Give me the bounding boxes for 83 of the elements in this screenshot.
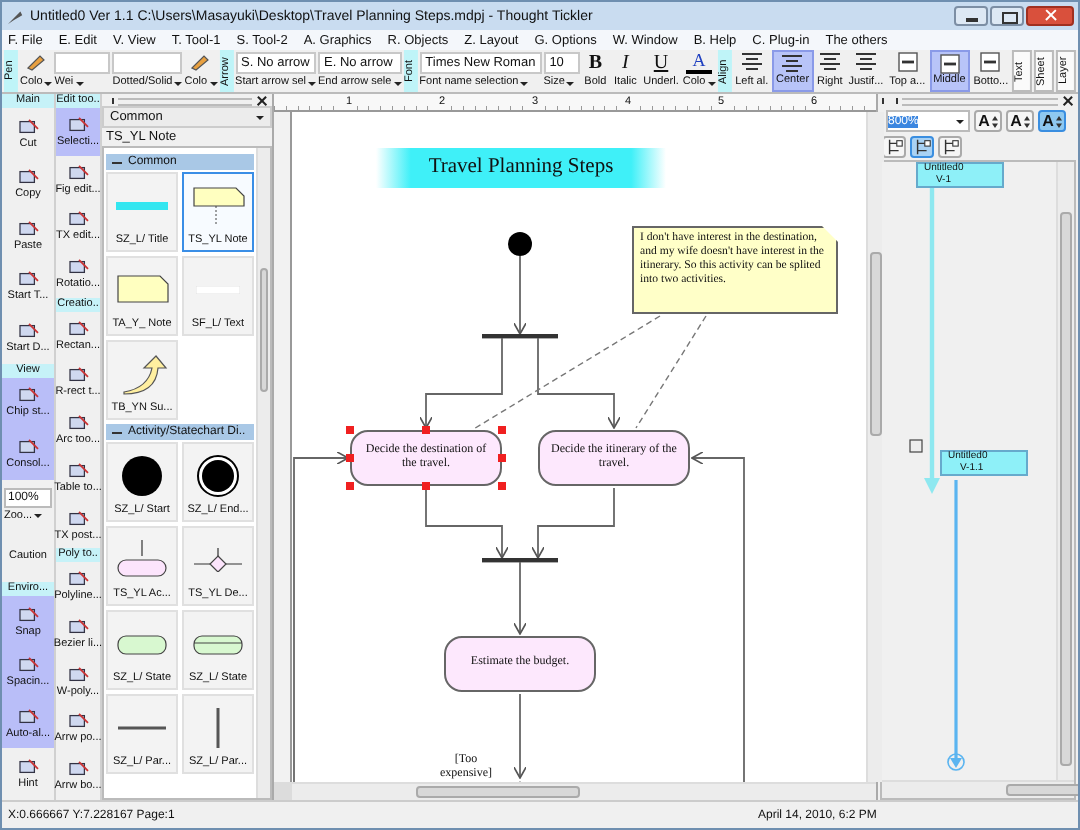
tool-icon	[17, 758, 39, 777]
horizontal-scrollbar[interactable]	[882, 780, 1074, 798]
font-size-button[interactable]: A	[1006, 110, 1034, 132]
note-icon	[188, 183, 248, 227]
close-icon	[256, 95, 268, 107]
action-node-icon	[112, 537, 172, 581]
tool-icon	[17, 270, 39, 289]
selection-handle[interactable]	[422, 426, 430, 434]
selection-handle[interactable]	[346, 454, 354, 462]
join-bar	[482, 558, 558, 563]
maximize-button[interactable]	[990, 6, 1024, 26]
toolbar-field[interactable]	[112, 52, 183, 74]
up-down-arrow-icon	[1055, 115, 1062, 127]
caret-icon	[44, 81, 53, 85]
caret-icon	[75, 81, 84, 85]
feather-icon	[6, 7, 24, 25]
tool-icon	[17, 219, 39, 238]
diagram-title: Travel Planning Steps	[376, 148, 666, 188]
tool-icon	[17, 437, 39, 456]
caret-icon	[566, 81, 575, 85]
close-button[interactable]	[1026, 6, 1074, 26]
tool-icon	[67, 366, 89, 385]
tool-icon	[67, 712, 89, 731]
tool-icon	[17, 386, 39, 405]
selection-handle[interactable]	[498, 454, 506, 462]
tool-icon	[67, 760, 89, 779]
minimize-button[interactable]	[954, 6, 988, 26]
flow-arrow	[537, 337, 622, 429]
flow-arrow	[512, 693, 528, 779]
horizontal-scrollbar[interactable]	[292, 782, 876, 800]
selection-handle[interactable]	[498, 426, 506, 434]
font-size-button[interactable]: A	[1038, 110, 1066, 132]
selection-handle[interactable]	[346, 482, 354, 490]
tree-view-button[interactable]	[910, 136, 934, 158]
tool-icon	[67, 115, 89, 134]
tool-icon	[67, 618, 89, 637]
caret-icon	[174, 81, 183, 85]
caret-icon	[956, 119, 964, 123]
caret-icon	[34, 513, 43, 518]
tool-icon	[67, 258, 89, 277]
diamond-node-icon	[194, 547, 242, 571]
vertical-scrollbar[interactable]	[256, 148, 270, 798]
start-node	[508, 232, 532, 256]
tree-view-button[interactable]	[882, 136, 906, 158]
selection-handle[interactable]	[422, 482, 430, 490]
flow-arrow	[418, 337, 503, 429]
selection-handle[interactable]	[346, 426, 354, 434]
caret-icon	[520, 81, 529, 85]
tool-icon	[67, 210, 89, 229]
caret-icon	[256, 115, 264, 119]
fork-bar	[482, 334, 558, 339]
font-size-button[interactable]: A	[974, 110, 1002, 132]
tool-icon	[67, 414, 89, 433]
vertical-scrollbar[interactable]	[866, 112, 884, 782]
tool-icon	[67, 461, 89, 480]
flow-arrow	[512, 255, 528, 335]
tool-icon	[67, 665, 89, 684]
tool-icon	[17, 656, 39, 675]
up-down-arrow-icon	[991, 115, 998, 127]
align-icon	[853, 52, 878, 72]
align-icon	[739, 52, 764, 72]
tool-icon	[17, 707, 39, 726]
selection-handle[interactable]	[498, 482, 506, 490]
font-color-button[interactable]: A	[686, 52, 712, 74]
tool-icon	[17, 321, 39, 340]
tree-view-button[interactable]	[938, 136, 962, 158]
tool-icon	[17, 117, 39, 136]
banner-icon	[116, 201, 168, 209]
align-icon	[937, 54, 962, 74]
tool-icon	[17, 605, 39, 624]
up-down-arrow-icon	[1023, 115, 1030, 127]
align-icon	[817, 52, 842, 72]
tool-icon	[67, 570, 89, 589]
align-icon	[780, 54, 805, 74]
close-icon	[1062, 95, 1074, 107]
tool-icon	[67, 319, 89, 338]
caret-icon	[308, 81, 316, 85]
tool-icon	[67, 163, 89, 182]
tool-icon	[17, 168, 39, 187]
vertical-scrollbar[interactable]	[1056, 162, 1074, 780]
node-icon	[909, 439, 923, 453]
tool-icon	[67, 509, 89, 528]
toolbar-field[interactable]	[54, 52, 111, 74]
